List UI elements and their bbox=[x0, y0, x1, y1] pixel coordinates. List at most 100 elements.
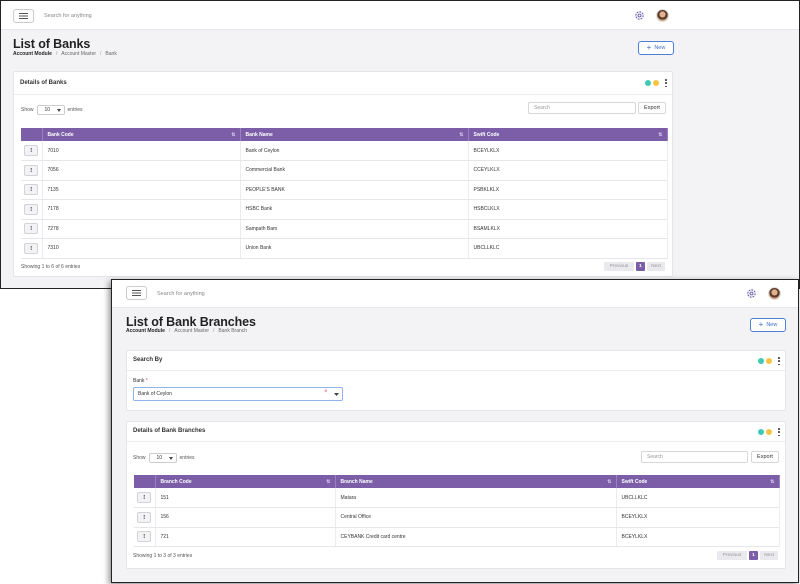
settings-gear-icon[interactable] bbox=[746, 288, 757, 299]
column-header[interactable]: Branch Code ⇅ bbox=[155, 475, 336, 488]
export-button[interactable]: Export bbox=[751, 451, 779, 463]
refresh-dot-icon[interactable] bbox=[766, 429, 772, 435]
search-by-card: Search By Bank * Bank of Ceylon × bbox=[126, 350, 786, 411]
row-actions-button[interactable]: ⁝ bbox=[24, 242, 39, 254]
breadcrumb-item[interactable]: Account Master bbox=[61, 51, 96, 57]
table-cell: 7278 bbox=[42, 219, 241, 239]
show-label: Show bbox=[21, 107, 34, 113]
table-row[interactable]: ⁝ 156 Central Office BCEYLKLX bbox=[134, 507, 780, 528]
table-row[interactable]: ⁝ 7135 PEOPLE'S BANK PSBKLKLX bbox=[21, 180, 668, 200]
collapse-dot-icon[interactable] bbox=[645, 80, 651, 86]
page-title: List of Bank Branches bbox=[126, 315, 256, 329]
refresh-dot-icon[interactable] bbox=[766, 358, 772, 364]
row-actions-cell: ⁝ bbox=[21, 219, 43, 239]
table-row[interactable]: ⁝ 7056 Commercial Bank CCEYLKLX bbox=[21, 160, 668, 181]
card-controls bbox=[645, 79, 668, 87]
table-cell: CEYBANK Credit card centre bbox=[335, 527, 617, 547]
pagination: Previous 1 Next bbox=[604, 262, 665, 271]
table-row[interactable]: ⁝ 7278 Sampath Bam BSAMLKLX bbox=[21, 219, 668, 239]
pagination: Previous 1 Next bbox=[717, 551, 778, 560]
more-options-icon[interactable] bbox=[664, 79, 668, 87]
new-button[interactable]: + New bbox=[638, 41, 674, 55]
chevron-down-icon[interactable] bbox=[334, 393, 339, 396]
table-row[interactable]: ⁝ 7178 HSBC Bank HSBCLKLX bbox=[21, 199, 668, 220]
table-row[interactable]: ⁝ 7310 Union Bank UBCLLKLC bbox=[21, 238, 668, 259]
table-row[interactable]: ⁝ 151 Matara UBCLLKLC bbox=[134, 488, 780, 508]
user-avatar[interactable] bbox=[768, 287, 781, 300]
banks-window: Search for anything List of Banks Accoun… bbox=[0, 0, 800, 289]
row-actions-cell: ⁝ bbox=[21, 199, 43, 220]
menu-toggle-button[interactable] bbox=[126, 286, 147, 300]
breadcrumb-item[interactable]: Account Module bbox=[126, 328, 165, 334]
current-page-button[interactable]: 1 bbox=[636, 262, 645, 271]
column-header[interactable]: Swift Code ⇅ bbox=[468, 128, 668, 141]
table-cell: Bank of Ceylon bbox=[240, 141, 469, 161]
refresh-dot-icon[interactable] bbox=[653, 80, 659, 86]
settings-gear-icon[interactable] bbox=[634, 10, 645, 21]
current-page-button[interactable]: 1 bbox=[749, 551, 758, 560]
sort-icon: ⇅ bbox=[607, 479, 612, 485]
table-header-row: Bank Code ⇅ Bank Name ⇅ Swift Code ⇅ bbox=[21, 128, 668, 141]
chevron-down-icon bbox=[168, 456, 173, 460]
row-actions-button[interactable]: ⁝ bbox=[24, 145, 39, 156]
page-size-value: 10 bbox=[44, 107, 51, 113]
row-actions-button[interactable]: ⁝ bbox=[24, 184, 39, 196]
table-row[interactable]: ⁝ 7010 Bank of Ceylon BCEYLKLX bbox=[21, 141, 668, 161]
column-header[interactable]: Swift Code ⇅ bbox=[616, 475, 780, 488]
table-row[interactable]: ⁝ 721 CEYBANK Credit card centre BCEYLKLX bbox=[134, 527, 780, 547]
breadcrumb-item[interactable]: Account Module bbox=[13, 51, 52, 57]
card-header: Search By bbox=[127, 351, 785, 371]
more-options-icon[interactable] bbox=[777, 428, 781, 436]
clear-selection-icon[interactable]: × bbox=[324, 389, 328, 395]
row-actions-button[interactable]: ⁝ bbox=[24, 203, 39, 215]
entries-label: entries bbox=[67, 107, 83, 113]
collapse-dot-icon[interactable] bbox=[758, 358, 764, 364]
page-size-select[interactable]: 10 bbox=[148, 453, 177, 463]
menu-toggle-button[interactable] bbox=[13, 9, 34, 23]
chevron-down-icon bbox=[56, 108, 61, 112]
breadcrumb-item[interactable]: Account Master bbox=[174, 328, 209, 334]
global-search-input[interactable]: Search for anything bbox=[44, 13, 92, 19]
new-button[interactable]: + New bbox=[750, 318, 786, 332]
row-actions-button[interactable]: ⁝ bbox=[24, 223, 39, 235]
page-title: List of Banks bbox=[13, 37, 91, 51]
sort-icon: ⇅ bbox=[770, 479, 775, 485]
global-search-input[interactable]: Search for anything bbox=[157, 291, 205, 297]
table-header-row: Branch Code ⇅ Branch Name ⇅ Swift Code ⇅ bbox=[134, 475, 780, 488]
row-actions-cell: ⁝ bbox=[21, 180, 43, 200]
export-button[interactable]: Export bbox=[638, 102, 666, 114]
bank-select[interactable]: Bank of Ceylon bbox=[133, 387, 343, 401]
row-actions-button[interactable]: ⁝ bbox=[137, 531, 152, 543]
previous-page-button[interactable]: Previous bbox=[717, 551, 747, 560]
collapse-dot-icon[interactable] bbox=[758, 429, 764, 435]
more-options-icon[interactable] bbox=[777, 357, 781, 365]
show-label: Show bbox=[133, 455, 146, 461]
page-size-select[interactable]: 10 bbox=[36, 105, 65, 115]
row-actions-button[interactable]: ⁝ bbox=[137, 492, 152, 503]
table-cell: CCEYLKLX bbox=[468, 160, 668, 181]
table-cell: 7135 bbox=[42, 180, 241, 200]
table-cell: Commercial Bank bbox=[240, 160, 469, 181]
page-size-control: Show 10 entries bbox=[21, 105, 83, 115]
next-page-button[interactable]: Next bbox=[647, 262, 665, 271]
column-header[interactable]: Bank Code ⇅ bbox=[42, 128, 241, 141]
table-cell: 721 bbox=[155, 527, 336, 547]
table-cell: 156 bbox=[155, 507, 336, 528]
row-actions-button[interactable]: ⁝ bbox=[24, 164, 39, 176]
column-header[interactable]: Branch Name ⇅ bbox=[335, 475, 617, 488]
table-cell: UBCLLKLC bbox=[616, 488, 780, 508]
table-search-input[interactable]: Search bbox=[528, 102, 636, 114]
row-actions-button[interactable]: ⁝ bbox=[137, 511, 152, 523]
row-actions-cell: ⁝ bbox=[134, 488, 156, 508]
table-cell: 151 bbox=[155, 488, 336, 508]
card-controls bbox=[758, 428, 781, 436]
sort-icon: ⇅ bbox=[658, 132, 663, 138]
table-cell: Sampath Bam bbox=[240, 219, 469, 239]
column-header[interactable]: Bank Name ⇅ bbox=[240, 128, 469, 141]
table-search-input[interactable]: Search bbox=[641, 451, 748, 463]
top-bar: Search for anything bbox=[112, 280, 798, 308]
previous-page-button[interactable]: Previous bbox=[604, 262, 634, 271]
next-page-button[interactable]: Next bbox=[760, 551, 778, 560]
table-cell: BCEYLKLX bbox=[616, 527, 780, 547]
user-avatar[interactable] bbox=[656, 9, 669, 22]
